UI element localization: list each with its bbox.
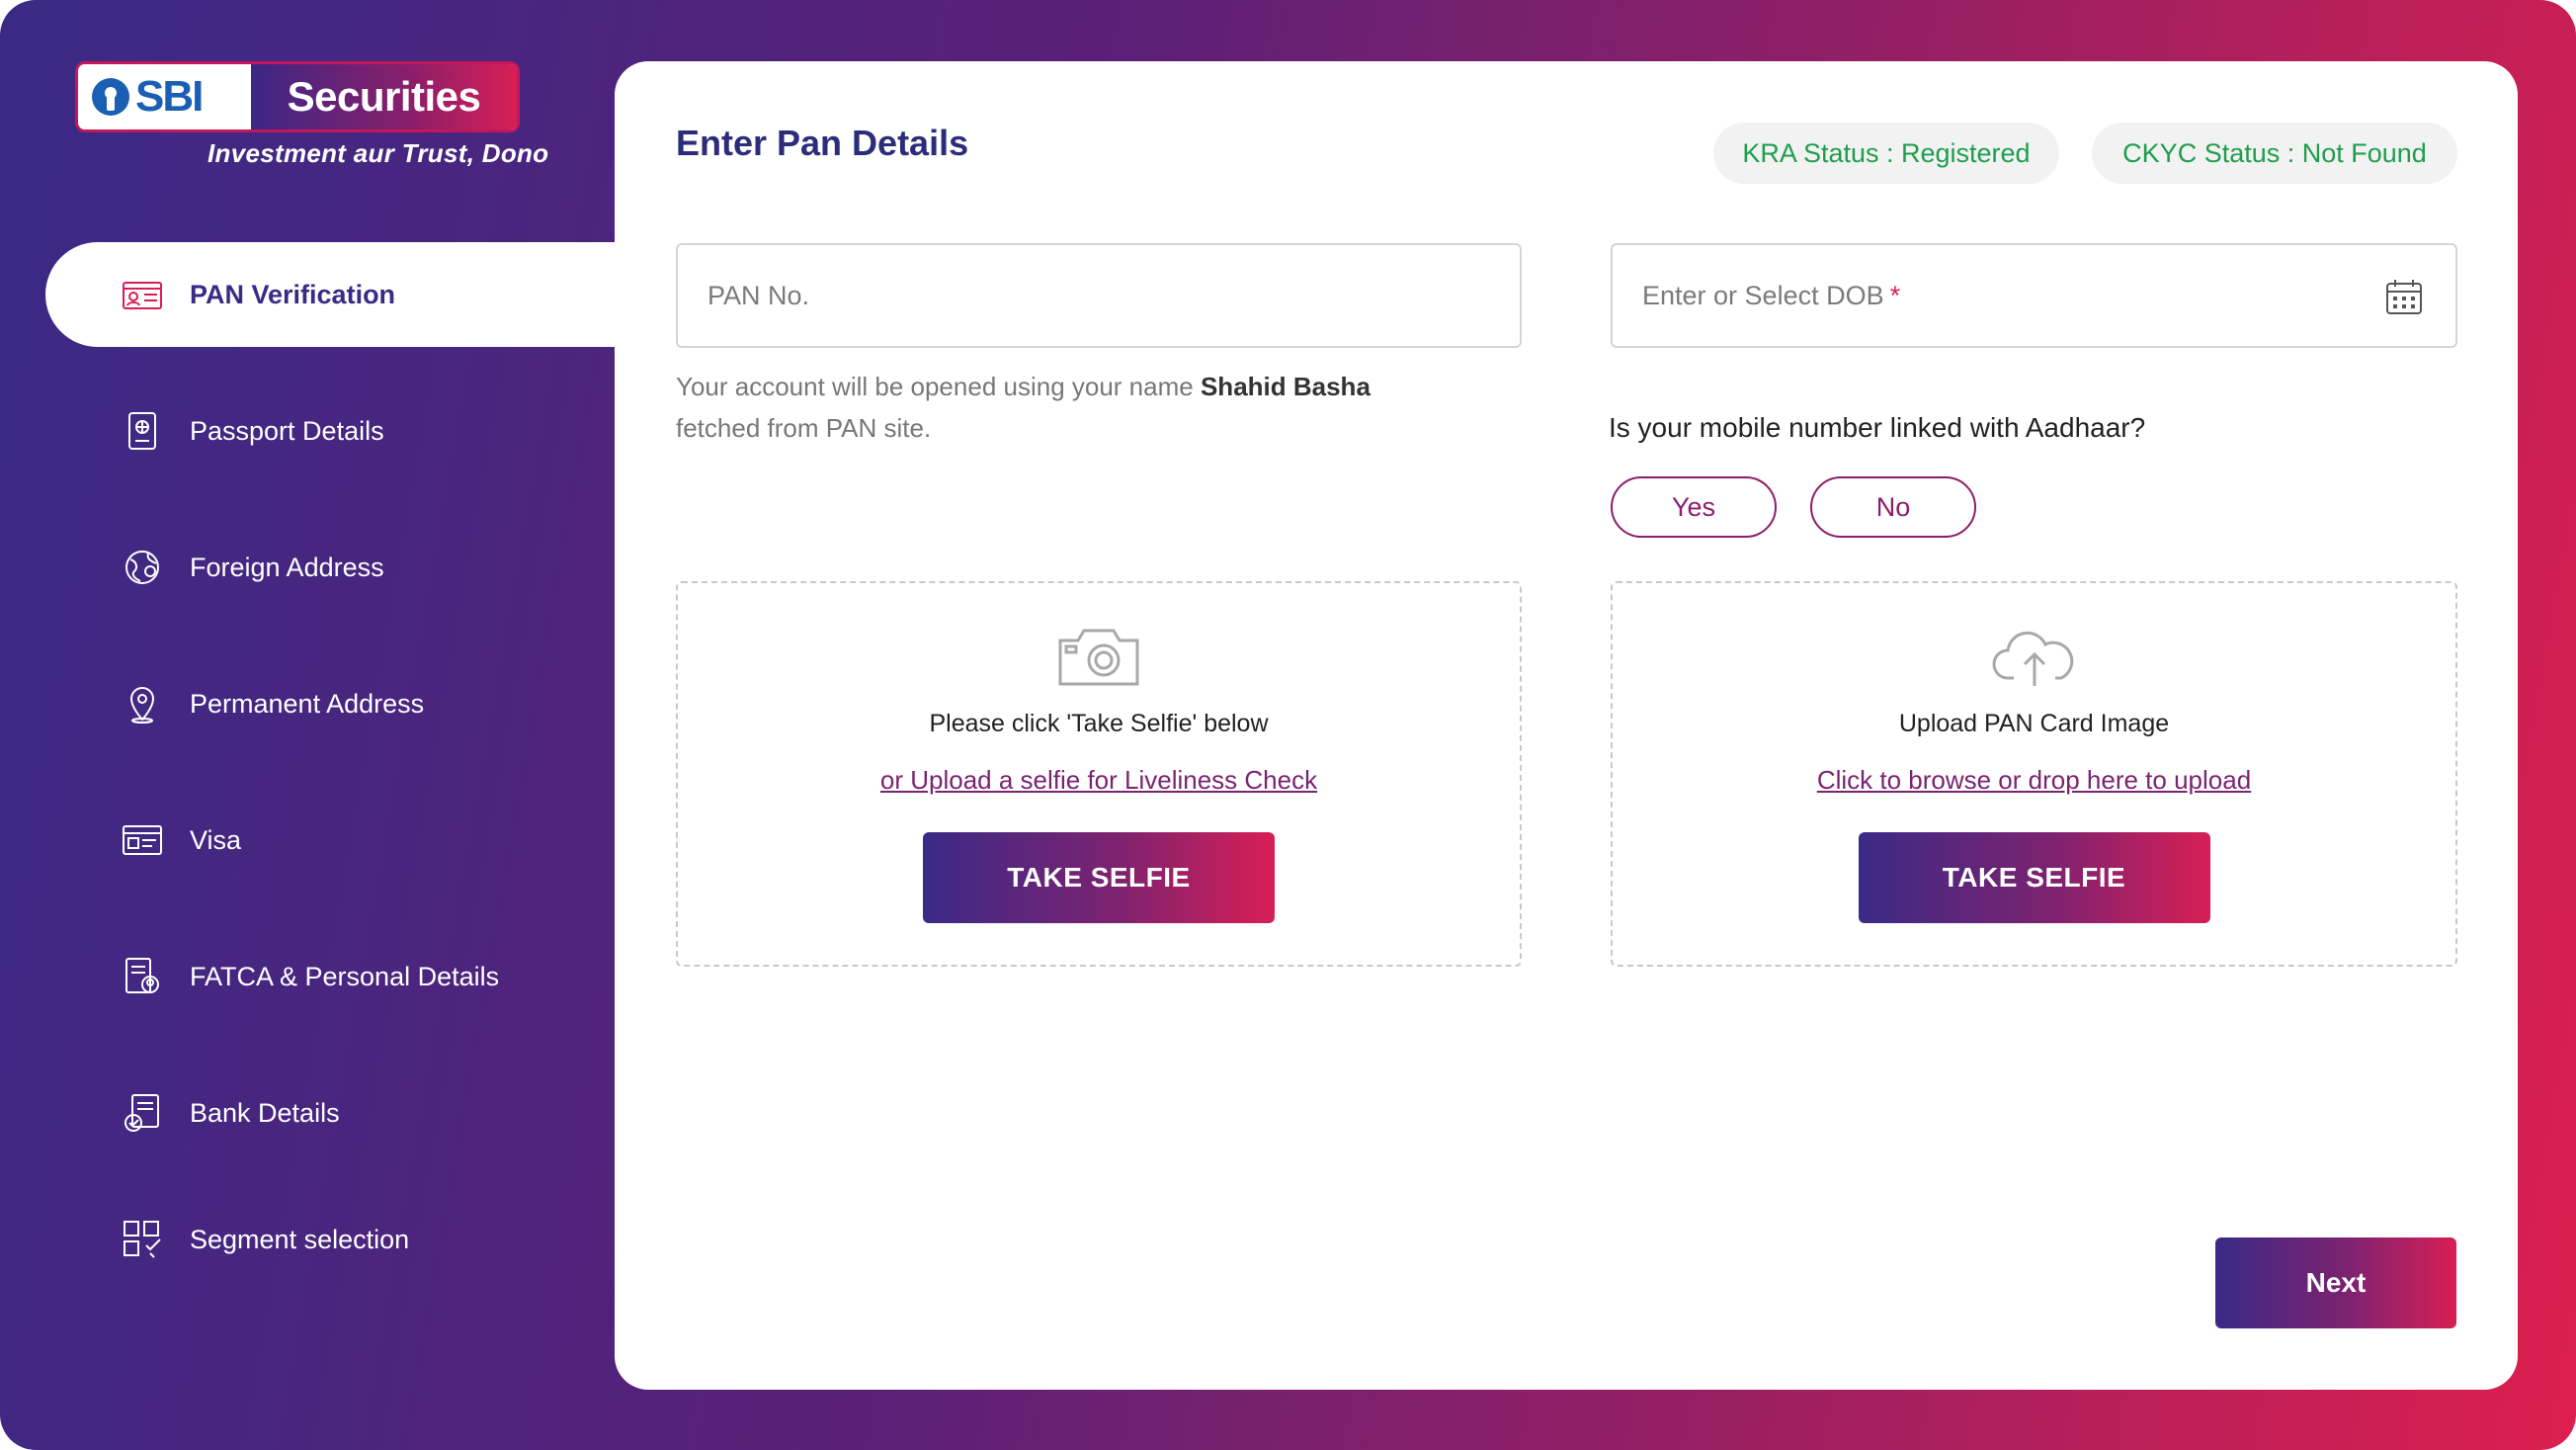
sbi-keyhole-icon xyxy=(92,78,129,116)
visa-card-icon xyxy=(119,816,166,864)
required-mark: * xyxy=(1889,280,1901,310)
selfie-instruction: Please click 'Take Selfie' below xyxy=(929,710,1269,737)
pan-upload-title: Upload PAN Card Image xyxy=(1898,710,2170,737)
main-card: Enter Pan Details KRA Status : Registere… xyxy=(615,61,2518,1390)
take-selfie-button[interactable]: TAKE SELFIE xyxy=(923,832,1275,923)
logo-securities-text: Securities xyxy=(287,73,481,120)
dob-input[interactable]: Enter or Select DOB * xyxy=(1611,243,2457,348)
location-pin-icon xyxy=(119,680,166,727)
sidebar-item-foreign-address[interactable]: Foreign Address xyxy=(45,515,619,620)
upload-selfie-link[interactable]: or Upload a selfie for Liveliness Check xyxy=(678,765,1520,796)
sidebar-item-label: Segment selection xyxy=(190,1224,410,1254)
next-button[interactable]: Next xyxy=(2215,1237,2456,1328)
segment-grid-icon xyxy=(119,1216,166,1263)
page-title: Enter Pan Details xyxy=(676,123,969,163)
pan-name-hint: Your account will be opened using your n… xyxy=(676,366,1427,449)
sidebar-item-pan-verification[interactable]: PAN Verification xyxy=(45,242,619,347)
sidebar-item-segment-selection[interactable]: Segment selection xyxy=(45,1187,619,1292)
logo-securities-block: Securities xyxy=(251,64,517,129)
globe-icon xyxy=(119,544,166,591)
account-holder-name: Shahid Basha xyxy=(1200,372,1371,401)
brand-tagline: Investment aur Trust, Dono xyxy=(208,138,549,168)
passport-icon xyxy=(119,407,166,455)
bank-document-icon xyxy=(119,1089,166,1137)
dob-placeholder: Enter or Select DOB xyxy=(1642,280,1884,310)
logo-sbi-block: SBI xyxy=(78,64,251,129)
pan-placeholder: PAN No. xyxy=(707,280,810,310)
sidebar-item-label: Foreign Address xyxy=(190,552,384,582)
sidebar-item-permanent-address[interactable]: Permanent Address xyxy=(45,651,619,756)
no-button[interactable]: No xyxy=(1810,476,1976,538)
id-card-icon xyxy=(119,271,166,318)
selfie-upload-box[interactable]: Please click 'Take Selfie' below or Uplo… xyxy=(676,581,1522,967)
pan-number-input[interactable]: PAN No. xyxy=(676,243,1522,348)
pan-card-upload-box[interactable]: Upload PAN Card Image Click to browse or… xyxy=(1611,581,2457,967)
sidebar-item-label: FATCA & Personal Details xyxy=(190,961,500,991)
aadhaar-question: Is your mobile number linked with Aadhaa… xyxy=(1609,412,2146,443)
ckyc-status-badge: CKYC Status : Not Found xyxy=(2092,123,2457,184)
sidebar-item-bank-details[interactable]: Bank Details xyxy=(45,1061,619,1165)
hint-prefix: Your account will be opened using your n… xyxy=(676,372,1194,401)
sidebar-item-fatca-personal-details[interactable]: FATCA & Personal Details xyxy=(45,924,619,1029)
sidebar-item-label: Visa xyxy=(190,824,242,855)
cloud-upload-icon xyxy=(1992,631,2073,686)
yes-button[interactable]: Yes xyxy=(1611,476,1777,538)
personal-document-icon xyxy=(119,953,166,1000)
sidebar-item-passport-details[interactable]: Passport Details xyxy=(45,379,619,483)
sidebar-item-label: Permanent Address xyxy=(190,688,425,719)
calendar-icon[interactable] xyxy=(2382,276,2426,319)
sidebar-item-label: Bank Details xyxy=(190,1097,340,1128)
kra-status-badge: KRA Status : Registered xyxy=(1713,123,2059,184)
app-frame: SBI Securities Investment aur Trust, Don… xyxy=(0,0,2576,1450)
sidebar-item-label: Passport Details xyxy=(190,415,384,446)
sidebar-item-label: PAN Verification xyxy=(190,279,396,309)
logo-sbi-text: SBI xyxy=(135,72,204,121)
sidebar-item-visa[interactable]: Visa xyxy=(45,788,619,893)
hint-suffix: fetched from PAN site. xyxy=(676,413,932,443)
camera-icon xyxy=(1058,629,1139,686)
sbi-securities-logo: SBI Securities xyxy=(75,61,520,132)
browse-upload-link[interactable]: Click to browse or drop here to upload xyxy=(1613,765,2455,796)
pan-take-selfie-button[interactable]: TAKE SELFIE xyxy=(1858,832,2210,923)
